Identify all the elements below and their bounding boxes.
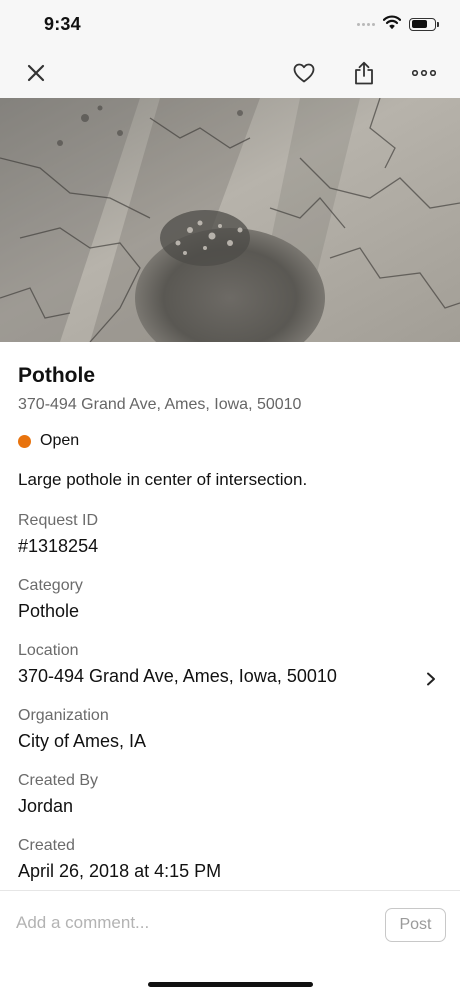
- status-bar: 9:34: [0, 0, 460, 48]
- field-value: Pothole: [18, 601, 80, 621]
- signal-dots-icon: [357, 22, 375, 26]
- post-button[interactable]: Post: [385, 908, 446, 942]
- status-icons: [357, 15, 439, 34]
- status-row: Open: [18, 432, 79, 450]
- heart-icon: [293, 63, 315, 83]
- field-value: City of Ames, IA: [18, 731, 147, 751]
- close-icon: [27, 64, 45, 82]
- report-title: Pothole: [18, 364, 95, 387]
- field-label: Category: [18, 577, 83, 594]
- field-label: Created: [18, 837, 75, 854]
- field-value: #1318254: [18, 536, 99, 556]
- nav-bar: [0, 48, 460, 98]
- wifi-icon: [382, 15, 402, 34]
- field-label: Organization: [18, 707, 109, 724]
- field-label: Created By: [18, 772, 99, 789]
- field-created-by: Created By Jordan: [18, 772, 442, 817]
- favorite-button[interactable]: [289, 58, 319, 88]
- more-options-button[interactable]: [409, 58, 439, 88]
- field-organization: Organization City of Ames, IA: [18, 707, 442, 752]
- report-photo[interactable]: [0, 98, 460, 342]
- field-location[interactable]: Location 370-494 Grand Ave, Ames, Iowa, …: [18, 642, 442, 687]
- share-icon: [355, 61, 373, 85]
- status-text: Open: [40, 432, 80, 449]
- field-value: 370-494 Grand Ave, Ames, Iowa, 50010: [18, 666, 337, 686]
- share-button[interactable]: [349, 58, 379, 88]
- field-created: Created April 26, 2018 at 4:15 PM: [18, 837, 442, 882]
- report-address: 370-494 Grand Ave, Ames, Iowa, 50010: [18, 396, 302, 413]
- status-time: 9:34: [44, 14, 81, 34]
- comment-bar: Post: [0, 890, 460, 996]
- battery-icon: [409, 17, 439, 31]
- field-category: Category Pothole: [18, 577, 442, 622]
- more-icon: [412, 70, 436, 76]
- field-label: Location: [18, 642, 79, 659]
- field-request-id: Request ID #1318254: [18, 512, 442, 557]
- close-button[interactable]: [21, 58, 51, 88]
- field-value: Jordan: [18, 796, 74, 816]
- home-indicator: [148, 982, 313, 987]
- status-dot-icon: [18, 434, 31, 448]
- field-label: Request ID: [18, 512, 99, 529]
- comment-input[interactable]: [16, 911, 366, 935]
- report-description: Large pothole in center of intersection.: [18, 470, 308, 489]
- field-value: April 26, 2018 at 4:15 PM: [18, 861, 222, 881]
- chevron-right-icon: [427, 672, 435, 686]
